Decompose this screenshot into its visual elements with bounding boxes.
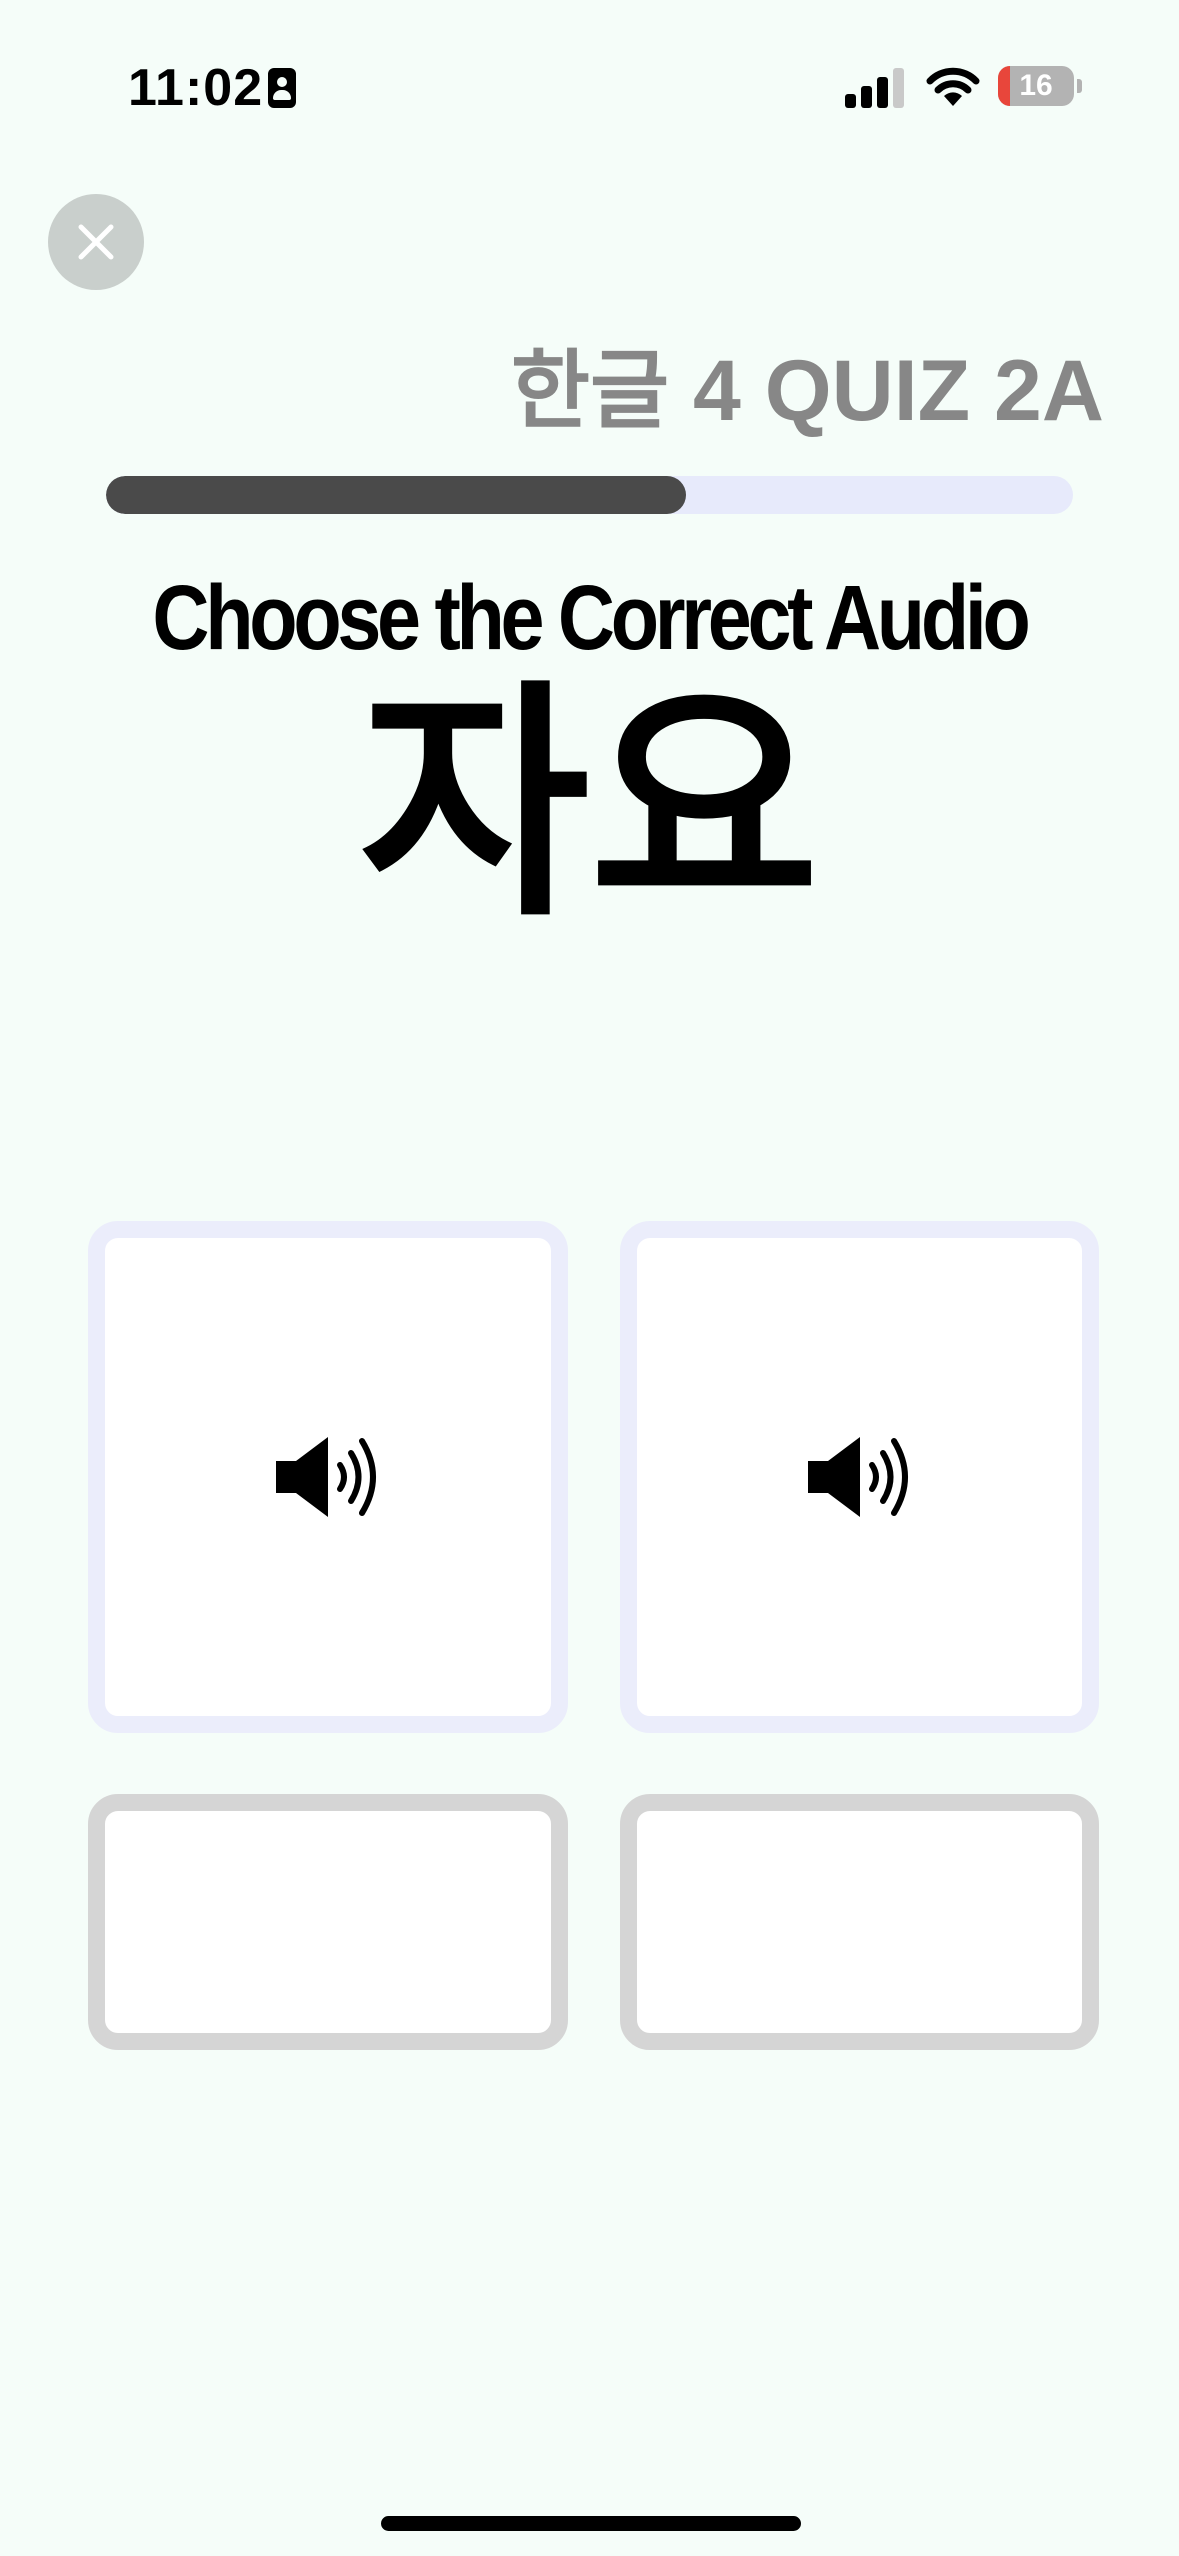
battery-cap (1077, 79, 1082, 93)
home-indicator[interactable] (381, 2516, 801, 2531)
speaker-icon (276, 1437, 376, 1517)
question-prompt: Choose the Correct Audio (152, 567, 1030, 669)
status-time: 11:02 (128, 59, 264, 117)
contact-card-icon (268, 68, 296, 108)
close-icon (78, 224, 114, 260)
cellular-signal-icon (845, 64, 905, 108)
progress-bar (106, 476, 1073, 514)
audio-option-2[interactable] (620, 1221, 1099, 1733)
battery-percent: 16 (1019, 69, 1053, 102)
quiz-title: 한글 4 QUIZ 2A (510, 343, 1104, 439)
battery-icon: 16 (998, 66, 1074, 106)
close-button[interactable] (48, 194, 144, 290)
speaker-icon (807, 1437, 908, 1517)
wifi-icon (926, 67, 980, 106)
audio-option-1[interactable] (88, 1221, 568, 1733)
progress-fill (106, 476, 687, 514)
audio-option-4[interactable] (620, 1794, 1099, 2050)
target-word: 자요 (359, 659, 820, 950)
audio-option-3[interactable] (88, 1794, 568, 2050)
